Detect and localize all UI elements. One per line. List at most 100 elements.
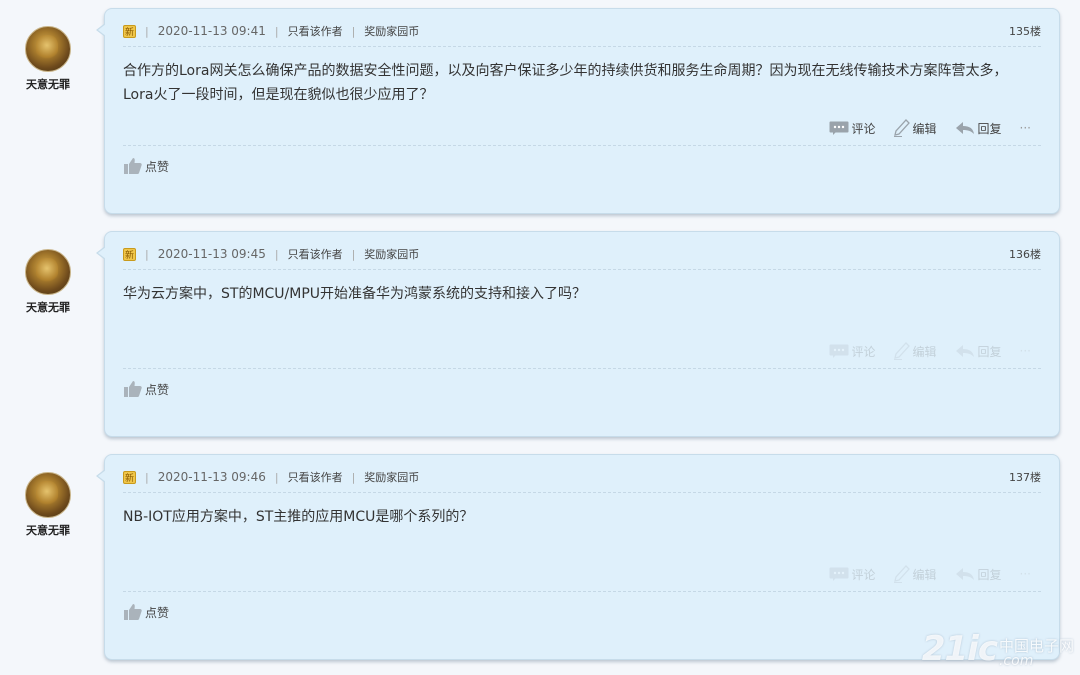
divider-line (123, 591, 1041, 592)
comment-icon (829, 121, 848, 135)
post-actions: 评论 编辑 回复 ··· (811, 342, 1031, 360)
only-author-link[interactable]: 只看该作者 (288, 246, 343, 262)
thumbs-up-icon (124, 381, 142, 397)
watermark-logo: 21ic (921, 629, 998, 669)
floor-number[interactable]: 137楼 (1009, 469, 1041, 485)
avatar[interactable] (25, 472, 71, 518)
post-actions: 评论 编辑 回复 ··· (811, 119, 1031, 137)
post-135: 天意无罪 新 | 2020-11-13 09:41 | 只看该作者 | 奖励家园… (0, 0, 1080, 216)
divider-line (123, 269, 1041, 270)
post-card: 新 | 2020-11-13 09:45 | 只看该作者 | 奖励家园币 136… (96, 231, 1060, 437)
divider-line (123, 145, 1041, 146)
only-author-link[interactable]: 只看该作者 (288, 469, 343, 485)
watermark-cn: 中国电子网 (998, 636, 1074, 655)
post-timestamp: 2020-11-13 09:46 (157, 470, 266, 484)
post-meta: 新 | 2020-11-13 09:41 | 只看该作者 | 奖励家园币 135… (123, 23, 1041, 39)
edit-label: 编辑 (912, 121, 937, 136)
avatar[interactable] (25, 26, 71, 72)
reply-button[interactable]: 回复 (955, 120, 1002, 137)
post-content: NB-IOT应用方案中，ST主推的应用MCU是哪个系列的？ (123, 509, 474, 525)
divider: | (274, 247, 279, 261)
reward-coins-link[interactable]: 奖励家园币 (364, 23, 419, 39)
divider: | (145, 470, 149, 484)
post-136: 天意无罪 新 | 2020-11-13 09:45 | 只看该作者 | 奖励家园… (0, 223, 1080, 439)
reply-button[interactable]: 回复 (955, 566, 1002, 583)
divider: | (351, 247, 356, 261)
avatar[interactable] (25, 249, 71, 295)
username[interactable]: 天意无罪 (20, 522, 76, 538)
floor-number[interactable]: 135楼 (1009, 23, 1041, 39)
more-dots-icon: ··· (1019, 567, 1031, 581)
pencil-icon (893, 342, 910, 360)
like-label: 点赞 (145, 605, 170, 620)
pencil-icon (893, 565, 910, 583)
thumbs-up-icon (124, 158, 142, 174)
more-button[interactable]: ··· (1020, 121, 1031, 135)
like-label: 点赞 (145, 159, 170, 174)
only-author-link[interactable]: 只看该作者 (288, 23, 343, 39)
like-label: 点赞 (145, 382, 170, 397)
reply-arrow-icon (955, 345, 974, 357)
reply-label: 回复 (977, 567, 1002, 582)
divider: | (351, 24, 356, 38)
pencil-icon (893, 119, 910, 137)
author-column: 天意无罪 (20, 26, 76, 92)
post-137: 天意无罪 新 | 2020-11-13 09:46 | 只看该作者 | 奖励家园… (0, 446, 1080, 662)
edit-label: 编辑 (912, 567, 937, 582)
edit-button[interactable]: 编辑 (893, 565, 937, 583)
comment-button[interactable]: 评论 (829, 343, 876, 360)
watermark-text: 中国电子网 .com (998, 636, 1074, 670)
divider-line (123, 368, 1041, 369)
reply-arrow-icon (955, 122, 974, 134)
like-button[interactable]: 点赞 (123, 380, 169, 398)
divider: | (351, 470, 356, 484)
post-timestamp: 2020-11-13 09:45 (157, 247, 266, 261)
post-card: 新 | 2020-11-13 09:41 | 只看该作者 | 奖励家园币 135… (96, 8, 1060, 214)
edit-button[interactable]: 编辑 (893, 342, 937, 360)
edit-button[interactable]: 编辑 (893, 119, 937, 137)
author-column: 天意无罪 (20, 249, 76, 315)
divider: | (145, 24, 149, 38)
comment-button[interactable]: 评论 (829, 566, 876, 583)
divider-line (123, 46, 1041, 47)
more-dots-icon: ··· (1019, 121, 1031, 135)
site-watermark: 21ic 中国电子网 .com (922, 629, 1074, 669)
author-column: 天意无罪 (20, 472, 76, 538)
reply-label: 回复 (977, 121, 1002, 136)
post-card: 新 | 2020-11-13 09:46 | 只看该作者 | 奖励家园币 137… (96, 454, 1060, 660)
watermark-en: .com (998, 653, 1034, 670)
reply-arrow-icon (955, 568, 974, 580)
reply-button[interactable]: 回复 (955, 343, 1002, 360)
thumbs-up-icon (124, 604, 142, 620)
like-button[interactable]: 点赞 (123, 157, 169, 175)
comment-label: 评论 (851, 344, 876, 359)
reply-label: 回复 (977, 344, 1002, 359)
post-meta: 新 | 2020-11-13 09:45 | 只看该作者 | 奖励家园币 136… (123, 246, 1041, 262)
more-button[interactable]: ··· (1020, 344, 1031, 358)
post-meta: 新 | 2020-11-13 09:46 | 只看该作者 | 奖励家园币 137… (123, 469, 1041, 485)
username[interactable]: 天意无罪 (20, 76, 76, 92)
like-button[interactable]: 点赞 (123, 603, 169, 621)
new-user-badge-icon: 新 (123, 470, 136, 484)
reward-coins-link[interactable]: 奖励家园币 (364, 469, 419, 485)
post-actions: 评论 编辑 回复 ··· (811, 565, 1031, 583)
more-button[interactable]: ··· (1020, 567, 1031, 581)
new-user-badge-icon: 新 (123, 247, 136, 261)
comment-icon (829, 567, 848, 581)
comment-label: 评论 (851, 121, 876, 136)
comment-icon (829, 344, 848, 358)
edit-label: 编辑 (912, 344, 937, 359)
divider: | (145, 247, 149, 261)
post-content: 合作方的Lora网关怎么确保产品的数据安全性问题，以及向客户保证多少年的持续供货… (123, 63, 1008, 103)
divider-line (123, 492, 1041, 493)
reward-coins-link[interactable]: 奖励家园币 (364, 246, 419, 262)
divider: | (274, 470, 279, 484)
comment-label: 评论 (851, 567, 876, 582)
comment-button[interactable]: 评论 (829, 120, 876, 137)
new-user-badge-icon: 新 (123, 24, 136, 38)
divider: | (274, 24, 279, 38)
post-content: 华为云方案中，ST的MCU/MPU开始准备华为鸿蒙系统的支持和接入了吗？ (123, 286, 587, 302)
username[interactable]: 天意无罪 (20, 299, 76, 315)
post-timestamp: 2020-11-13 09:41 (157, 24, 266, 38)
floor-number[interactable]: 136楼 (1009, 246, 1041, 262)
